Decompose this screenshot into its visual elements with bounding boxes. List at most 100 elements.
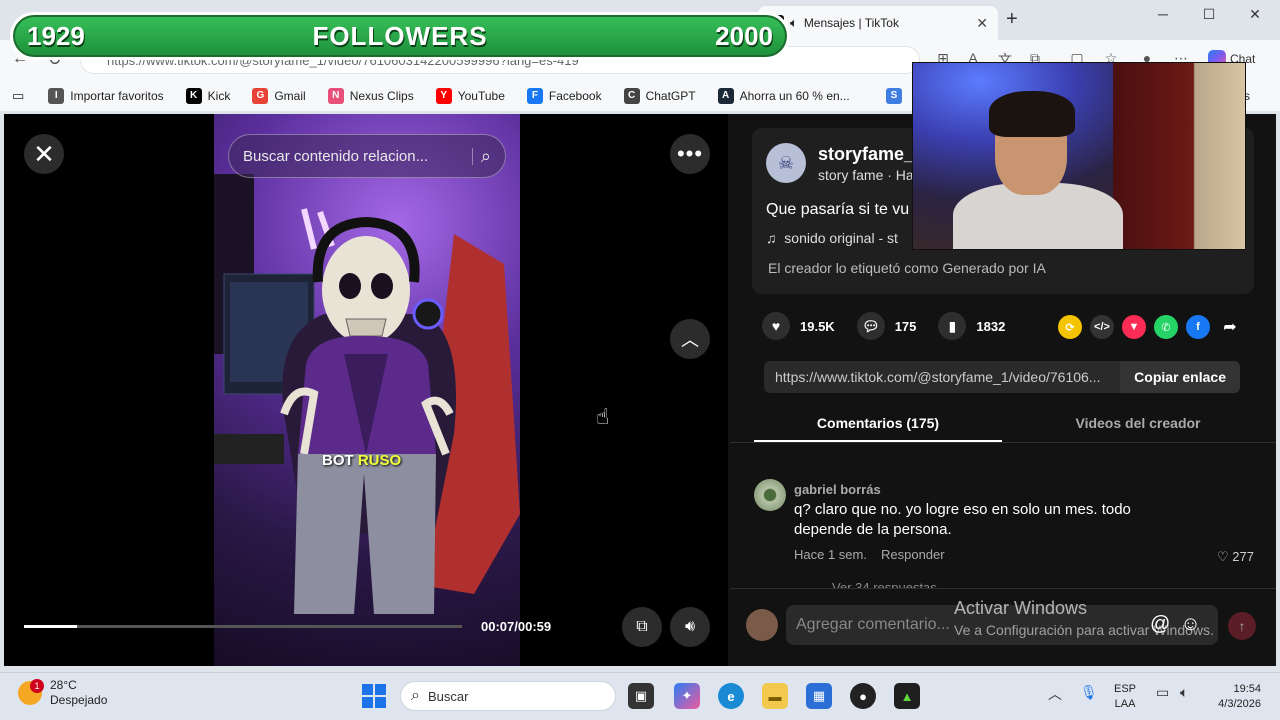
maximize-button[interactable]: ☐ [1194, 6, 1224, 23]
creator-avatar[interactable]: ☠ [766, 143, 806, 183]
share-icons: ⟳ </> ▼ ✆ f ➦ [1058, 315, 1242, 339]
pip-button[interactable]: ⧉ [622, 607, 662, 647]
music-note-icon: ♫ [766, 230, 777, 246]
comment-author[interactable]: gabriel borrás [794, 482, 881, 497]
activate-windows-title: Activar Windows [954, 598, 1088, 618]
followers-goal: 2000 [715, 20, 773, 51]
ai-generated-label: El creador lo etiquetó como Generado por… [768, 260, 1046, 276]
followers-banner: 1929 FOLLOWERS 2000 [10, 12, 790, 60]
favorite-label: Kick [207, 88, 231, 103]
send-icon[interactable]: ▼ [1122, 315, 1146, 339]
favorite-label: Facebook [548, 88, 602, 103]
video-time: 00:07/00:59 [481, 619, 552, 634]
reply-button[interactable]: Responder [881, 547, 945, 562]
tab-tiktok[interactable]: ♪ 🔈︎ Mensajes | TikTok ✕ [758, 6, 998, 40]
chatgpt-icon: C [623, 87, 640, 104]
search-icon[interactable]: ⌕ [481, 146, 491, 167]
webcam-background [1113, 63, 1245, 249]
taskbar-search[interactable]: ⌕ Buscar [400, 681, 616, 711]
close-video-button[interactable]: ✕ [24, 134, 64, 174]
favorite-item[interactable]: C ChatGPT [623, 87, 696, 104]
youtube-icon: Y [435, 87, 452, 104]
favorite-item[interactable]: N Nexus Clips [327, 87, 414, 104]
minimize-button[interactable]: ─ [1148, 6, 1178, 22]
import-icon: I [48, 87, 65, 104]
previous-video-button[interactable]: ︿ [670, 319, 710, 359]
gmail-icon: G [252, 87, 269, 104]
facebook-icon: F [526, 87, 543, 104]
copilot-taskbar-icon[interactable]: ✦ [674, 683, 700, 709]
store-icon[interactable]: ▦ [806, 683, 832, 709]
volume-button[interactable]: 🔊︎ [670, 607, 710, 647]
followers-label: FOLLOWERS [312, 20, 488, 51]
task-view-icon[interactable]: ▣ [628, 683, 654, 709]
creator-username[interactable]: storyfame_ [818, 144, 914, 165]
favorite-item[interactable]: Y YouTube [435, 87, 505, 104]
nexus-icon: N [327, 87, 344, 104]
followers-current: 1929 [27, 20, 85, 51]
webcam-person-hair [989, 91, 1075, 137]
facebook-share-icon[interactable]: f [1186, 315, 1210, 339]
microphone-icon[interactable]: 🎙︎ [1080, 684, 1098, 701]
embed-icon[interactable]: </> [1090, 315, 1114, 339]
favorite-label: YouTube [457, 88, 505, 103]
system-clock[interactable]: 19:54 4/3/2026 [1207, 682, 1261, 712]
tab-creator-videos[interactable]: Videos del creador [1002, 405, 1274, 442]
like-icon[interactable]: ♥ [762, 312, 790, 340]
input-language[interactable]: ESP LAA [1114, 682, 1136, 712]
new-tab-button[interactable]: + [1006, 8, 1018, 31]
favorite-item[interactable]: G Gmail [252, 87, 306, 104]
app-icon-dark[interactable]: ● [850, 683, 876, 709]
file-explorer-icon[interactable]: ▬ [762, 683, 788, 709]
post-comment-button[interactable]: ↑ [1228, 612, 1256, 640]
lang-code: ESP [1114, 683, 1137, 695]
user-avatar[interactable] [746, 609, 778, 641]
close-window-button[interactable]: ✕ [1240, 6, 1270, 23]
comment-text: q? claro que no. yo logre eso en solo un… [794, 501, 1131, 538]
post-music[interactable]: ♫ sonido original - st [766, 230, 898, 246]
related-search-input[interactable]: Buscar contenido relacion... ⌕ [228, 134, 506, 178]
favorite-item[interactable]: A Ahorra un 60 % en... [717, 87, 850, 104]
tab-title: Mensajes | TikTok [803, 16, 899, 30]
lang-layout: LAA [1114, 698, 1136, 710]
view-replies-button[interactable]: Ver 34 respuestas [832, 580, 937, 588]
comment-likes[interactable]: ♡ 277 [1217, 549, 1254, 565]
more-options-button[interactable]: ••• [670, 134, 710, 174]
tray-overflow-icon[interactable]: ︿ [1048, 684, 1062, 704]
share-link[interactable]: https://www.tiktok.com/@storyfame_1/vide… [764, 369, 1120, 385]
post-description: Que pasaría si te vu [766, 201, 910, 218]
music-label: sonido original - st [784, 230, 898, 246]
speaker-icon[interactable]: 🔈︎ [790, 15, 798, 31]
weather-badge: 1 [30, 679, 44, 693]
favorite-item[interactable]: F Facebook [526, 87, 602, 104]
comment-time: Hace 1 sem. [794, 547, 867, 562]
favorite-label: Importar favoritos [70, 88, 164, 103]
kick-icon: K [185, 87, 202, 104]
edge-icon[interactable]: e [718, 683, 744, 709]
network-icon[interactable]: ▭ [1156, 684, 1169, 701]
collections-icon[interactable]: S [886, 87, 902, 104]
favorites-menu-icon[interactable]: ▭ [12, 88, 24, 104]
commenter-avatar[interactable] [754, 479, 786, 511]
favorite-item[interactable]: I Importar favoritos [48, 87, 164, 104]
video-frame[interactable] [214, 114, 520, 666]
comment-icon[interactable]: 💬︎ [856, 312, 885, 340]
favorite-item[interactable]: K Kick [185, 87, 231, 104]
share-link-box: https://www.tiktok.com/@storyfame_1/vide… [764, 361, 1240, 393]
start-button[interactable] [362, 684, 386, 708]
comment-meta: Hace 1 sem. Responder [794, 547, 945, 562]
tab-comments[interactable]: Comentarios (175) [754, 405, 1002, 442]
weather-temp: 28°C [50, 678, 77, 692]
search-placeholder: Buscar contenido relacion... [243, 147, 473, 165]
progress-fill [24, 625, 77, 628]
obs-app-icon[interactable]: ▲ [894, 683, 920, 709]
video-progress-bar[interactable] [24, 625, 462, 628]
repost-icon[interactable]: ⟳ [1058, 315, 1082, 339]
copy-link-button[interactable]: Copiar enlace [1120, 361, 1240, 393]
close-tab-icon[interactable]: ✕ [976, 15, 988, 32]
volume-tray-icon[interactable]: 🔈︎ [1180, 684, 1188, 701]
share-arrow-icon[interactable]: ➦ [1218, 315, 1242, 339]
bookmark-icon[interactable]: ▮ [938, 312, 967, 340]
whatsapp-icon[interactable]: ✆ [1154, 315, 1178, 339]
favorite-label: ChatGPT [645, 88, 696, 103]
